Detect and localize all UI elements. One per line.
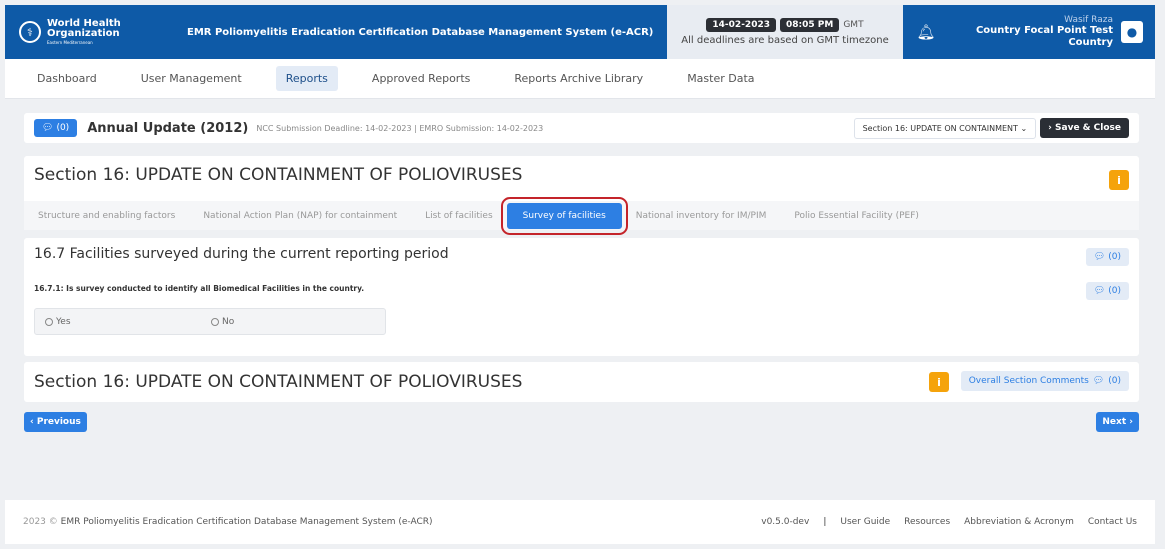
report-title: Annual Update (2012)	[87, 120, 249, 136]
link-user-guide[interactable]: User Guide	[840, 517, 890, 527]
survey-radio-group: Yes No	[34, 308, 386, 335]
timezone-note: All deadlines are based on GMT timezone	[681, 35, 889, 46]
current-time: 08:05 PM	[779, 18, 840, 32]
main-nav: Dashboard User Management Reports Approv…	[5, 59, 1155, 99]
tab-structure[interactable]: Structure and enabling factors	[24, 211, 189, 221]
question-comments-button[interactable]: 💬︎ (0)	[1085, 282, 1129, 300]
tab-national-inventory[interactable]: National inventory for IM/PIM	[622, 211, 781, 221]
radio-no[interactable]: No	[211, 317, 377, 327]
radio-circle-icon	[45, 317, 53, 326]
info-icon[interactable]: i	[1109, 170, 1129, 190]
link-resources[interactable]: Resources	[904, 517, 950, 527]
current-date: 14-02-2023	[706, 18, 776, 32]
version: v0.5.0-dev	[761, 517, 810, 527]
chevron-right-icon: ›	[1129, 417, 1133, 427]
section-title: Section 16: UPDATE ON CONTAINMENT OF POL…	[34, 165, 523, 185]
chevron-right-icon: ›	[1048, 123, 1056, 133]
chevron-down-icon: ⌄	[1020, 123, 1028, 133]
nav-master-data[interactable]: Master Data	[677, 66, 764, 91]
comment-count: (0)	[56, 123, 70, 133]
org-name-line2: Organization	[47, 28, 120, 39]
user-info[interactable]: Wasif Raza Country Focal Point Test Coun…	[939, 15, 1121, 50]
timezone-label: GMT	[843, 20, 864, 30]
org-region: Eastern Mediterranean	[47, 40, 93, 45]
radio-circle-icon	[211, 317, 219, 326]
section-footer-title: Section 16: UPDATE ON CONTAINMENT OF POL…	[34, 372, 523, 392]
chevron-left-icon: ‹	[30, 417, 37, 427]
section-tabs: Structure and enabling factors National …	[24, 196, 1139, 235]
nav-reports-archive[interactable]: Reports Archive Library	[504, 66, 653, 91]
user-name: Wasif Raza	[1064, 14, 1113, 25]
user-role: Country Focal Point Test Country	[975, 25, 1113, 49]
info-icon[interactable]: i	[929, 372, 949, 392]
comments-icon: 💬︎	[1093, 286, 1106, 296]
report-comments-button[interactable]: 💬︎ (0)	[34, 119, 78, 137]
question-heading: 16.7 Facilities surveyed during the curr…	[34, 246, 449, 262]
radio-yes[interactable]: Yes	[45, 317, 211, 327]
link-abbreviation[interactable]: Abbreviation & Acronym	[964, 517, 1074, 527]
tab-survey-facilities[interactable]: Survey of facilities	[500, 196, 628, 235]
section-select[interactable]: Section 16: UPDATE ON CONTAINMENT ⌄	[853, 117, 1037, 139]
next-button[interactable]: Next ›	[1096, 412, 1139, 432]
app-header: ⚕ World Health Organization Eastern Medi…	[5, 5, 1155, 59]
report-toolbar: 💬︎ (0) Annual Update (2012) NCC Submissi…	[24, 113, 1139, 143]
previous-button[interactable]: ‹ Previous	[24, 412, 87, 432]
tab-list-facilities[interactable]: List of facilities	[411, 211, 507, 221]
nav-reports[interactable]: Reports	[275, 66, 338, 91]
save-close-button[interactable]: › Save & Close	[1040, 118, 1129, 138]
link-contact-us[interactable]: Contact Us	[1088, 517, 1137, 527]
who-emblem-icon: ⚕	[19, 21, 41, 43]
page-footer: 2023 © EMR Poliomyelitis Eradication Cer…	[5, 500, 1155, 544]
question-text: 16.7.1: Is survey conducted to identify …	[34, 284, 365, 293]
question-card: 16.7 Facilities surveyed during the curr…	[24, 238, 1139, 356]
time-panel: 14-02-2023 08:05 PM GMT All deadlines ar…	[667, 5, 903, 59]
comments-icon: 💬︎	[42, 123, 54, 133]
nav-dashboard[interactable]: Dashboard	[27, 66, 107, 91]
copyright: 2023 ©	[23, 517, 58, 527]
nav-approved-reports[interactable]: Approved Reports	[362, 66, 480, 91]
notification-bell-icon[interactable]: 🔔︎	[913, 23, 939, 41]
user-avatar-icon[interactable]: ●	[1121, 21, 1143, 43]
section-card: Section 16: UPDATE ON CONTAINMENT OF POL…	[24, 156, 1139, 235]
app-title: EMR Poliomyelitis Eradication Certificat…	[187, 26, 654, 38]
footer-separator: |	[823, 517, 827, 527]
tab-pef[interactable]: Polio Essential Facility (PEF)	[780, 211, 933, 221]
overall-section-comments-button[interactable]: Overall Section Comments 💬︎ (0)	[960, 371, 1129, 391]
footer-system-name: EMR Poliomyelitis Eradication Certificat…	[60, 517, 433, 527]
comments-icon: 💬︎	[1092, 376, 1105, 386]
nav-user-management[interactable]: User Management	[131, 66, 252, 91]
submission-deadline: NCC Submission Deadline: 14-02-2023 | EM…	[256, 123, 544, 133]
tab-nap[interactable]: National Action Plan (NAP) for containme…	[189, 211, 411, 221]
section-footer-card: Section 16: UPDATE ON CONTAINMENT OF POL…	[24, 362, 1139, 402]
who-logo[interactable]: ⚕ World Health Organization Eastern Medi…	[5, 19, 185, 45]
heading-comments-button[interactable]: 💬︎ (0)	[1085, 248, 1129, 266]
comments-icon: 💬︎	[1093, 252, 1106, 262]
